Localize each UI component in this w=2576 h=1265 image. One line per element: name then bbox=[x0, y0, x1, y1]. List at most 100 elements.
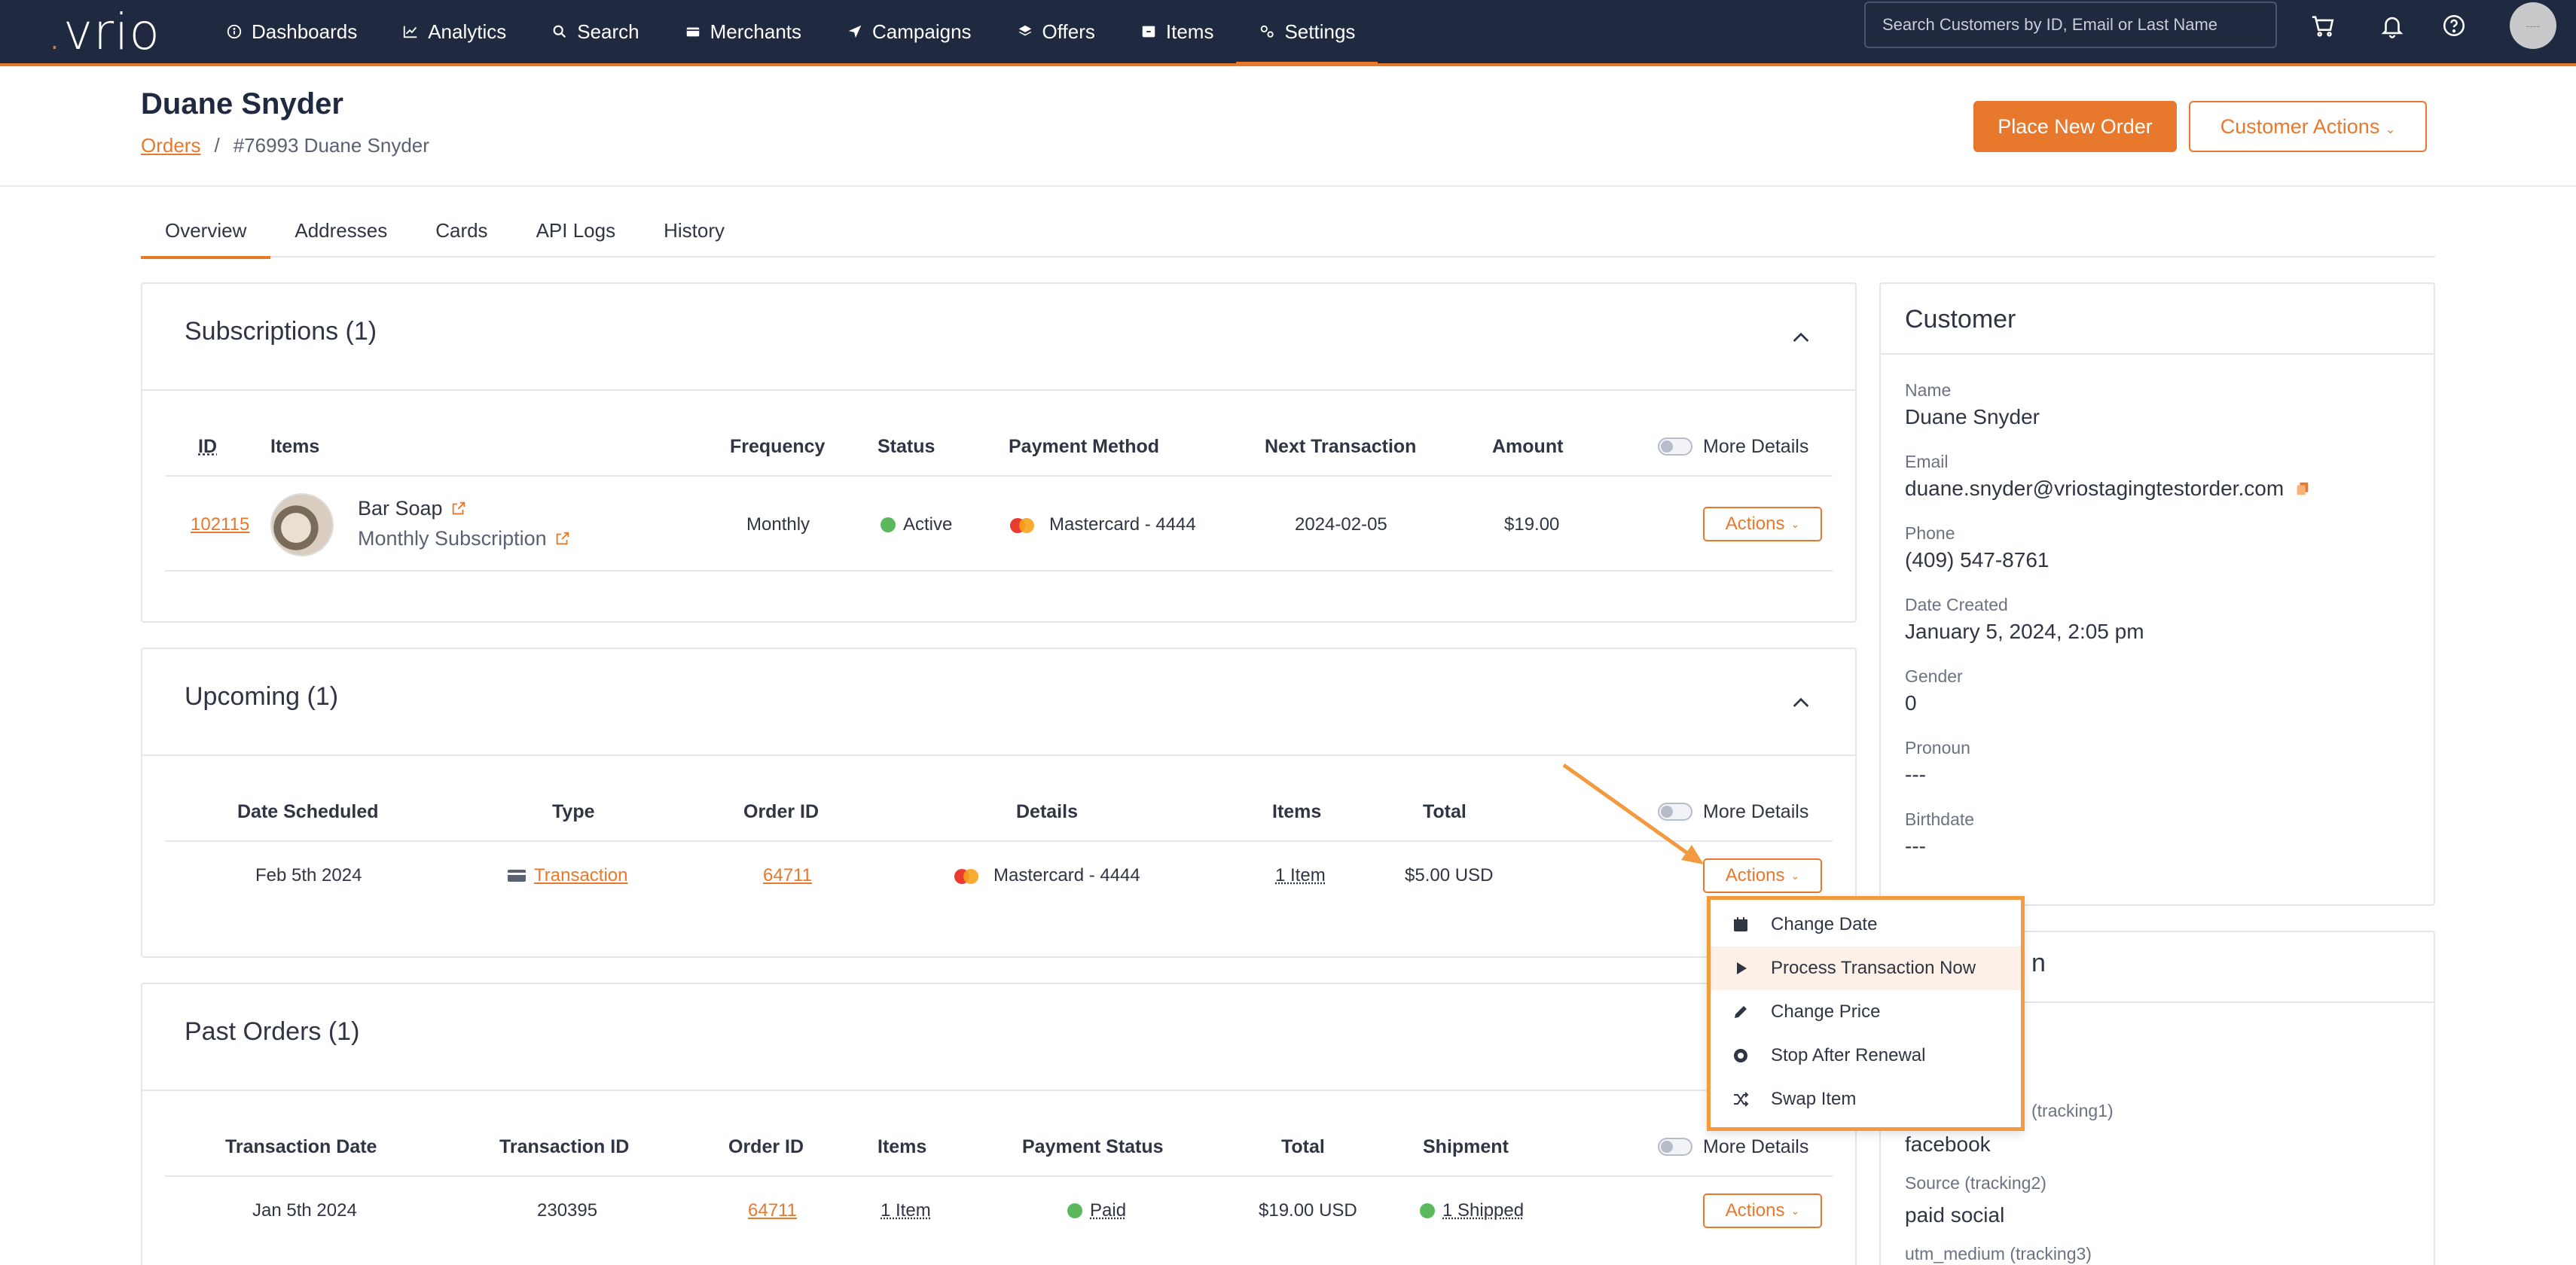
tab-cards[interactable]: Cards bbox=[411, 203, 511, 258]
chevron-down-icon: ⌄ bbox=[2385, 123, 2395, 136]
field-gender: Gender 0 bbox=[1905, 666, 2417, 738]
col-items: Items bbox=[1272, 782, 1321, 842]
actions-button[interactable]: Actions ⌄ bbox=[1703, 1193, 1822, 1228]
field-name: Name Duane Snyder bbox=[1905, 380, 2417, 452]
field-value: (409) 547-8761 bbox=[1905, 548, 2417, 572]
chevron-up-icon[interactable] bbox=[1789, 691, 1813, 715]
gears-icon bbox=[1259, 23, 1275, 40]
chevron-up-icon[interactable] bbox=[1789, 326, 1813, 350]
nav-label: Campaigns bbox=[872, 20, 972, 44]
items-count[interactable]: 1 Item bbox=[881, 1200, 931, 1221]
menu-item-process-transaction-now[interactable]: Process Transaction Now bbox=[1711, 946, 2021, 990]
more-details-toggle[interactable]: More Details bbox=[1658, 782, 1808, 842]
actions-button-open[interactable]: Actions ⌄ bbox=[1703, 858, 1822, 893]
subscription-id-link[interactable]: 102115 bbox=[191, 478, 249, 572]
menu-item-change-date[interactable]: Change Date bbox=[1711, 903, 2021, 946]
toggle-switch[interactable] bbox=[1658, 1138, 1692, 1156]
nav-settings[interactable]: Settings bbox=[1236, 0, 1378, 63]
tracking-card-title: n bbox=[2031, 949, 2046, 978]
past-orders-title: Past Orders (1) bbox=[185, 1017, 359, 1047]
actions-label: Actions bbox=[1726, 514, 1785, 535]
toggle-switch[interactable] bbox=[1658, 803, 1692, 821]
tab-addresses[interactable]: Addresses bbox=[270, 203, 411, 258]
col-date-scheduled: Date Scheduled bbox=[237, 782, 379, 842]
type-cell[interactable]: Transaction bbox=[507, 843, 628, 908]
help-icon[interactable] bbox=[2439, 11, 2469, 41]
item-sub-cell[interactable]: Monthly Subscription bbox=[358, 523, 571, 553]
order-id-link[interactable]: 64711 bbox=[748, 1200, 797, 1221]
field-birthdate: Birthdate --- bbox=[1905, 809, 2417, 881]
item-name[interactable]: Bar Soap bbox=[358, 497, 443, 520]
subscription-id[interactable]: 102115 bbox=[191, 514, 249, 535]
order-id-cell[interactable]: 64711 bbox=[763, 843, 812, 908]
actions-cell: Actions ⌄ bbox=[1703, 1193, 1822, 1228]
tab-overview[interactable]: Overview bbox=[141, 203, 270, 258]
nav-label: Dashboards bbox=[252, 20, 357, 44]
status-dot bbox=[881, 517, 896, 532]
shipment-badge[interactable]: 1 Shipped bbox=[1420, 1178, 1524, 1243]
tracking2-label: Source (tracking2) bbox=[1905, 1173, 2046, 1193]
items-count[interactable]: 1 Item bbox=[1275, 865, 1326, 886]
field-label: Phone bbox=[1905, 523, 2417, 544]
nav-analytics[interactable]: Analytics bbox=[380, 0, 529, 63]
order-id-cell[interactable]: 64711 bbox=[748, 1178, 797, 1243]
menu-item-label: Swap Item bbox=[1771, 1089, 1856, 1110]
status-dot bbox=[1420, 1203, 1435, 1218]
order-id-link[interactable]: 64711 bbox=[763, 865, 812, 886]
external-link-icon[interactable] bbox=[554, 530, 571, 547]
past-orders-header: Past Orders (1) bbox=[142, 984, 1855, 1091]
menu-item-change-price[interactable]: Change Price bbox=[1711, 990, 2021, 1034]
col-transaction-id: Transaction ID bbox=[499, 1117, 629, 1177]
nav-label: Items bbox=[1166, 20, 1214, 44]
menu-item-label: Process Transaction Now bbox=[1771, 958, 1976, 979]
tab-history[interactable]: History bbox=[639, 203, 749, 258]
user-avatar[interactable]: ---- bbox=[2510, 2, 2556, 49]
payment-status-label[interactable]: Paid bbox=[1090, 1200, 1126, 1221]
nav-items[interactable]: Items bbox=[1118, 0, 1237, 63]
bell-icon[interactable] bbox=[2377, 11, 2407, 41]
col-payment-method: Payment Method bbox=[1009, 416, 1159, 477]
nav-campaigns[interactable]: Campaigns bbox=[824, 0, 994, 63]
menu-item-swap-item[interactable]: Swap Item bbox=[1711, 1078, 2021, 1121]
external-link-icon[interactable] bbox=[450, 500, 467, 517]
email-value-row: duane.snyder@vriostagingtestorder.com bbox=[1905, 477, 2417, 501]
col-status: Status bbox=[877, 416, 935, 477]
cart-icon[interactable] bbox=[2308, 11, 2338, 41]
copy-icon[interactable] bbox=[2294, 480, 2311, 497]
play-icon bbox=[1732, 959, 1750, 977]
nav-offers[interactable]: Offers bbox=[994, 0, 1118, 63]
field-pronoun: Pronoun --- bbox=[1905, 738, 2417, 809]
breadcrumb-current: #76993 Duane Snyder bbox=[233, 134, 429, 157]
item-subtitle: Monthly Subscription bbox=[358, 527, 547, 550]
customer-actions-label: Customer Actions bbox=[2220, 115, 2380, 138]
nav-search[interactable]: Search bbox=[529, 0, 661, 63]
tab-api-logs[interactable]: API Logs bbox=[512, 203, 640, 258]
nav-dashboards[interactable]: Dashboards bbox=[203, 0, 380, 63]
customer-actions-button[interactable]: Customer Actions ⌄ bbox=[2189, 101, 2427, 152]
menu-item-stop-after-renewal[interactable]: Stop After Renewal bbox=[1711, 1034, 2021, 1078]
col-frequency: Frequency bbox=[730, 416, 825, 477]
main-nav: Dashboards Analytics Search Merchants Ca… bbox=[203, 0, 1378, 63]
past-orders-table-header: Transaction Date Transaction ID Order ID… bbox=[165, 1117, 1833, 1177]
nav-merchants[interactable]: Merchants bbox=[662, 0, 824, 63]
breadcrumb-orders-link[interactable]: Orders bbox=[141, 134, 200, 157]
vrio-logo[interactable]: .vrio bbox=[47, 3, 160, 61]
chevron-down-icon: ⌄ bbox=[1790, 1205, 1799, 1218]
more-details-toggle[interactable]: More Details bbox=[1658, 416, 1808, 477]
items-cell[interactable]: 1 Item bbox=[1275, 843, 1326, 908]
subscriptions-card: Subscriptions (1) ID Items Frequency Sta… bbox=[141, 282, 1857, 623]
actions-button[interactable]: Actions ⌄ bbox=[1703, 507, 1822, 541]
customer-search-input[interactable] bbox=[1864, 2, 2277, 48]
transaction-date-value: Jan 5th 2024 bbox=[252, 1178, 357, 1243]
shipment-label[interactable]: 1 Shipped bbox=[1442, 1200, 1524, 1221]
frequency-value: Monthly bbox=[746, 478, 810, 572]
item-name-cell[interactable]: Bar Soap bbox=[358, 493, 467, 523]
transaction-type-link[interactable]: Transaction bbox=[534, 865, 628, 886]
payment-status-badge[interactable]: Paid bbox=[1067, 1178, 1126, 1243]
place-new-order-button[interactable]: Place New Order bbox=[1973, 101, 2177, 152]
nav-label: Search bbox=[577, 20, 639, 44]
table-row: Jan 5th 2024 230395 64711 1 Item Paid $1… bbox=[165, 1178, 1833, 1243]
items-cell[interactable]: 1 Item bbox=[881, 1178, 931, 1243]
menu-item-label: Change Date bbox=[1771, 914, 1877, 935]
toggle-switch[interactable] bbox=[1658, 437, 1692, 456]
